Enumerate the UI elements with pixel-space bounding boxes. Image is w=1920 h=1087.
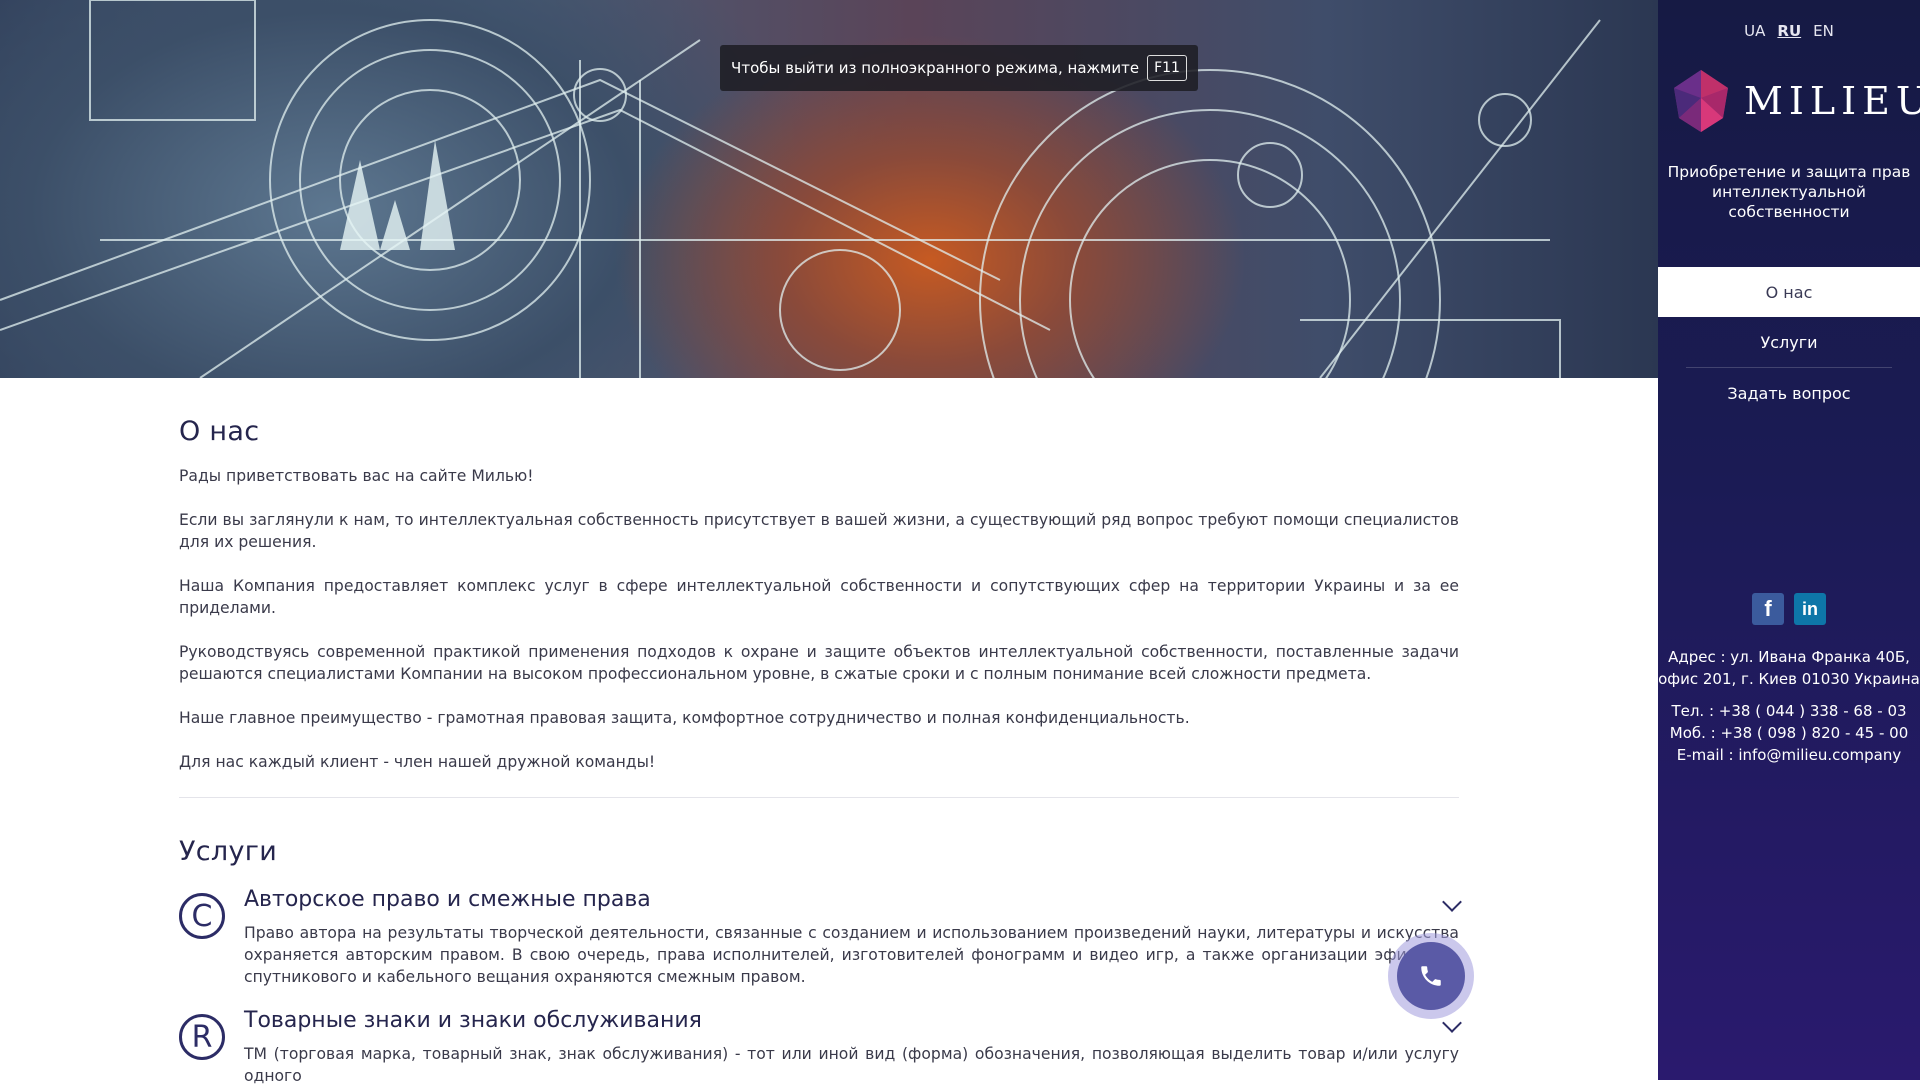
nav-item-about[interactable]: О нас xyxy=(1658,267,1920,317)
about-paragraph: Для нас каждый клиент - член нашей дружн… xyxy=(179,753,656,771)
services-title: Услуги xyxy=(179,836,278,867)
hero-banner: Чтобы выйти из полноэкранного режима, на… xyxy=(0,0,1658,378)
about-title: О нас xyxy=(179,416,260,447)
about-paragraph: Руководствуясь современной практикой при… xyxy=(179,643,1459,683)
social-links: f in xyxy=(1658,593,1920,625)
nav-item-ask-question[interactable]: Задать вопрос xyxy=(1658,368,1920,418)
lang-en[interactable]: EN xyxy=(1813,22,1834,40)
service-title[interactable]: Авторское право и смежные права xyxy=(244,887,1459,912)
linkedin-icon[interactable]: in xyxy=(1794,593,1826,625)
service-copyright[interactable]: C Авторское право и смежные права Право … xyxy=(179,887,1462,988)
service-title[interactable]: Товарные знаки и знаки обслуживания xyxy=(244,1008,1459,1033)
section-divider xyxy=(179,797,1459,798)
phone-number[interactable]: Тел. : +38 ( 044 ) 338 - 68 - 03 xyxy=(1658,700,1920,722)
fullscreen-notice-text: Чтобы выйти из полноэкранного режима, на… xyxy=(731,59,1140,77)
email-link[interactable]: E-mail : info@milieu.company xyxy=(1658,744,1920,766)
fullscreen-notice: Чтобы выйти из полноэкранного режима, на… xyxy=(720,45,1198,91)
service-description: ТМ (торговая марка, товарный знак, знак … xyxy=(244,1045,1459,1085)
sidebar: UA RU EN MILIEU Приобретение и защита пр… xyxy=(1658,0,1920,1080)
gem-logo-icon xyxy=(1674,70,1728,132)
main-nav: О нас Услуги Задать вопрос xyxy=(1658,267,1920,418)
address-line: Адрес : ул. Ивана Франка 40Б, xyxy=(1668,648,1910,666)
call-button-inner[interactable] xyxy=(1397,942,1465,1010)
lang-ru[interactable]: RU xyxy=(1777,22,1801,40)
fullscreen-key: F11 xyxy=(1147,55,1187,81)
contact-info: Адрес : ул. Ивана Франка 40Б, офис 201, … xyxy=(1658,646,1920,766)
mobile-number[interactable]: Моб. : +38 ( 098 ) 820 - 45 - 00 xyxy=(1658,722,1920,744)
address-line: офис 201, г. Киев 01030 Украина xyxy=(1658,670,1920,688)
tagline: Приобретение и защита прав интеллектуаль… xyxy=(1667,163,1911,221)
logo-text: MILIEU xyxy=(1744,79,1920,123)
phone-icon xyxy=(1421,966,1441,986)
lang-ua[interactable]: UA xyxy=(1744,22,1765,40)
about-paragraph: Наше главное преимущество - грамотная пр… xyxy=(179,709,1190,727)
about-paragraph: Рады приветствовать вас на сайте Милью! xyxy=(179,467,534,485)
service-description: Право автора на результаты творческой де… xyxy=(244,924,1459,986)
nav-item-services[interactable]: Услуги xyxy=(1658,317,1920,367)
about-paragraph: Наша Компания предоставляет комплекс усл… xyxy=(179,577,1459,617)
logo[interactable]: MILIEU xyxy=(1668,68,1920,134)
about-paragraph: Если вы заглянули к нам, то интеллектуал… xyxy=(179,511,1459,551)
registered-trademark-icon: R xyxy=(179,1014,225,1060)
facebook-icon[interactable]: f xyxy=(1752,593,1784,625)
call-button[interactable] xyxy=(1388,933,1474,1019)
copyright-icon: C xyxy=(179,893,225,939)
language-switcher: UA RU EN xyxy=(1658,22,1920,40)
main-content: О нас Рады приветствовать вас на сайте М… xyxy=(179,378,1462,1087)
service-trademarks[interactable]: R Товарные знаки и знаки обслуживания ТМ… xyxy=(179,1008,1462,1087)
